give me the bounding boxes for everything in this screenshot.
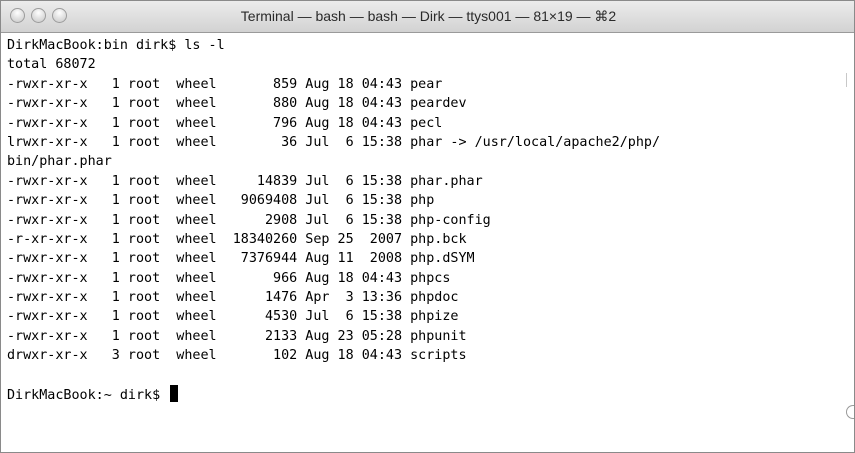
terminal-line: bin/phar.phar — [7, 154, 112, 170]
terminal-line: -rwxr-xr-x 1 root wheel 880 Aug 18 04:43… — [7, 96, 467, 112]
terminal-line: -r-xr-xr-x 1 root wheel 18340260 Sep 25 … — [7, 231, 467, 247]
window-edge — [844, 33, 854, 452]
resize-edge-top — [846, 73, 854, 87]
text-cursor — [170, 385, 179, 403]
resize-edge-bottom — [846, 405, 854, 419]
terminal-line: -rwxr-xr-x 1 root wheel 966 Aug 18 04:43… — [7, 270, 451, 286]
terminal-line: lrwxr-xr-x 1 root wheel 36 Jul 6 15:38 p… — [7, 134, 661, 150]
terminal-line: -rwxr-xr-x 1 root wheel 2133 Aug 23 05:2… — [7, 328, 467, 344]
terminal-output[interactable]: DirkMacBook:bin dirk$ ls -l total 68072 … — [7, 36, 846, 451]
terminal-line: -rwxr-xr-x 1 root wheel 4530 Jul 6 15:38… — [7, 309, 459, 325]
terminal-line: -rwxr-xr-x 1 root wheel 2908 Jul 6 15:38… — [7, 212, 491, 228]
terminal-line: DirkMacBook:bin dirk$ ls -l — [7, 38, 225, 53]
window-title: Terminal — bash — bash — Dirk — ttys001 … — [240, 8, 617, 24]
terminal-line: total 68072 — [7, 57, 96, 73]
terminal-line: -rwxr-xr-x 1 root wheel 7376944 Aug 11 2… — [7, 251, 475, 267]
terminal-window: Terminal — bash — bash — Dirk — ttys001 … — [0, 0, 855, 453]
terminal-line: -rwxr-xr-x 1 root wheel 859 Aug 18 04:43… — [7, 76, 443, 92]
terminal-line: -rwxr-xr-x 1 root wheel 1476 Apr 3 13:36… — [7, 290, 459, 306]
terminal-line: -rwxr-xr-x 1 root wheel 9069408 Jul 6 15… — [7, 193, 435, 209]
title-bar[interactable]: Terminal — bash — bash — Dirk — ttys001 … — [1, 1, 854, 33]
terminal-line: drwxr-xr-x 3 root wheel 102 Aug 18 04:43… — [7, 348, 467, 364]
terminal-line: -rwxr-xr-x 1 root wheel 14839 Jul 6 15:3… — [7, 173, 483, 189]
prompt-line[interactable]: DirkMacBook:~ dirk$ — [7, 385, 846, 404]
terminal-line: -rwxr-xr-x 1 root wheel 796 Aug 18 04:43… — [7, 115, 443, 131]
shell-prompt: DirkMacBook:~ dirk$ — [7, 388, 169, 404]
